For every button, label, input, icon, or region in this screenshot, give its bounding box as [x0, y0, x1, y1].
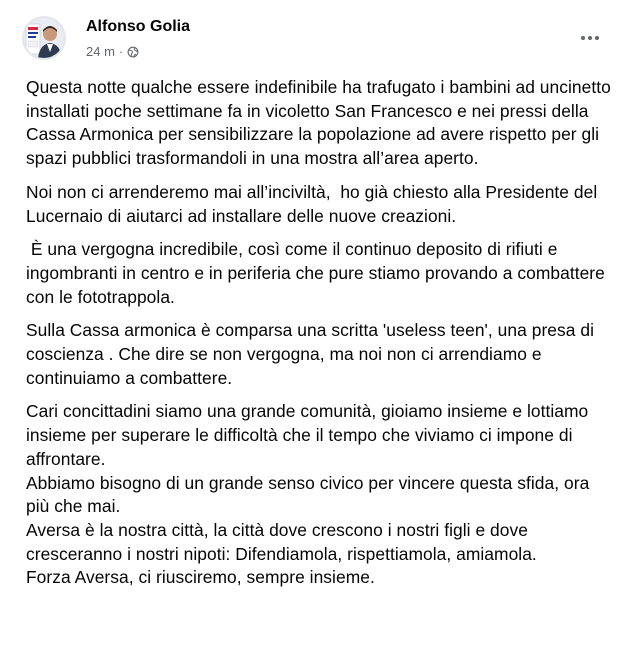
post-paragraph: Noi non ci arrenderemo mai all’inciviltà…: [26, 181, 603, 226]
avatar[interactable]: [22, 16, 66, 60]
post-paragraph: Aversa è la nostra città, la città dove …: [26, 519, 537, 564]
profile-photo-icon: [24, 18, 64, 58]
post-paragraph: È una vergogna incredibile, così come il…: [26, 239, 610, 307]
post-paragraph: Forza Aversa, ci riusciremo, sempre insi…: [26, 567, 375, 588]
post-paragraph: Sulla Cassa armonica è comparsa una scri…: [26, 320, 599, 388]
post-timestamp[interactable]: 24 m: [86, 44, 115, 59]
post-paragraph: Abbiamo bisogno di un grande senso civic…: [26, 472, 595, 517]
post-meta: 24 m ·: [86, 44, 139, 59]
more-options-button[interactable]: [574, 22, 606, 54]
post-paragraph: Questa notte qualche essere indefinibile…: [26, 77, 616, 169]
globe-icon[interactable]: [127, 46, 139, 58]
post-card: Alfonso Golia 24 m · Questa notte qualch…: [0, 0, 626, 647]
author-name[interactable]: Alfonso Golia: [86, 18, 190, 36]
post-header: Alfonso Golia 24 m ·: [16, 12, 610, 64]
post-paragraph: Cari concittadini siamo una grande comun…: [26, 401, 594, 469]
meta-separator: ·: [118, 44, 124, 59]
post-text: Questa notte qualche essere indefinibile…: [26, 76, 616, 590]
more-horizontal-icon: [581, 36, 599, 40]
